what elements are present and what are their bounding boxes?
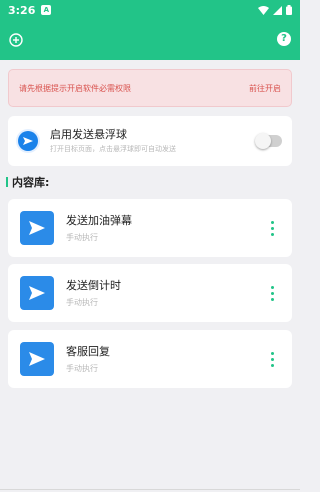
float-ball-title: 启用发送悬浮球 [50, 128, 127, 141]
more-vertical-icon[interactable] [264, 281, 280, 305]
float-ball-toggle[interactable] [255, 133, 282, 149]
float-ball-text: 启用发送悬浮球 打开目标页面，点击悬浮球即可自动发送 [50, 128, 176, 154]
notification-app-icon: A [41, 5, 52, 15]
signal-icon [273, 5, 282, 15]
warning-text: 请先根据提示开启软件必需权限 [19, 83, 131, 93]
list-item-text: 客服回复 手动执行 [66, 345, 110, 374]
status-time: 3:26 [8, 3, 36, 17]
status-icons [258, 5, 292, 15]
list-item-subtitle: 手动执行 [66, 363, 98, 373]
more-vertical-icon[interactable] [264, 347, 280, 371]
list-item-text: 发送加油弹幕 手动执行 [66, 214, 132, 243]
list-item[interactable]: 发送倒计时 手动执行 [8, 264, 292, 322]
status-bar: 3:26 A [0, 0, 300, 20]
section-title-label: 内容库: [12, 176, 50, 189]
toggle-knob [255, 133, 271, 149]
section-title: 内容库: [6, 174, 49, 190]
send-icon [20, 276, 54, 310]
list-item-title: 客服回复 [66, 344, 110, 358]
float-ball-card: 启用发送悬浮球 打开目标页面，点击悬浮球即可自动发送 [8, 116, 292, 166]
wifi-icon [258, 5, 269, 15]
more-vertical-icon[interactable] [264, 216, 280, 240]
add-button[interactable] [6, 30, 26, 50]
list-item[interactable]: 发送加油弹幕 手动执行 [8, 199, 292, 257]
go-enable-link[interactable]: 前往开启 [249, 83, 281, 94]
send-icon [18, 131, 38, 151]
send-icon [20, 211, 54, 245]
app-header: 3:26 A ? [0, 0, 300, 60]
list-item-subtitle: 手动执行 [66, 232, 98, 242]
send-icon [20, 342, 54, 376]
list-item[interactable]: 客服回复 手动执行 [8, 330, 292, 388]
list-item-title: 发送加油弹幕 [66, 213, 132, 227]
bottom-divider [0, 489, 300, 490]
permission-warning-banner: 请先根据提示开启软件必需权限 前往开启 [8, 69, 292, 107]
list-item-subtitle: 手动执行 [66, 297, 98, 307]
list-item-title: 发送倒计时 [66, 278, 121, 292]
section-accent-bar [6, 177, 8, 187]
battery-icon [286, 5, 292, 15]
help-icon[interactable]: ? [277, 32, 291, 46]
float-ball-subtitle: 打开目标页面，点击悬浮球即可自动发送 [50, 145, 176, 153]
list-item-text: 发送倒计时 手动执行 [66, 279, 121, 308]
add-icon [9, 33, 23, 47]
